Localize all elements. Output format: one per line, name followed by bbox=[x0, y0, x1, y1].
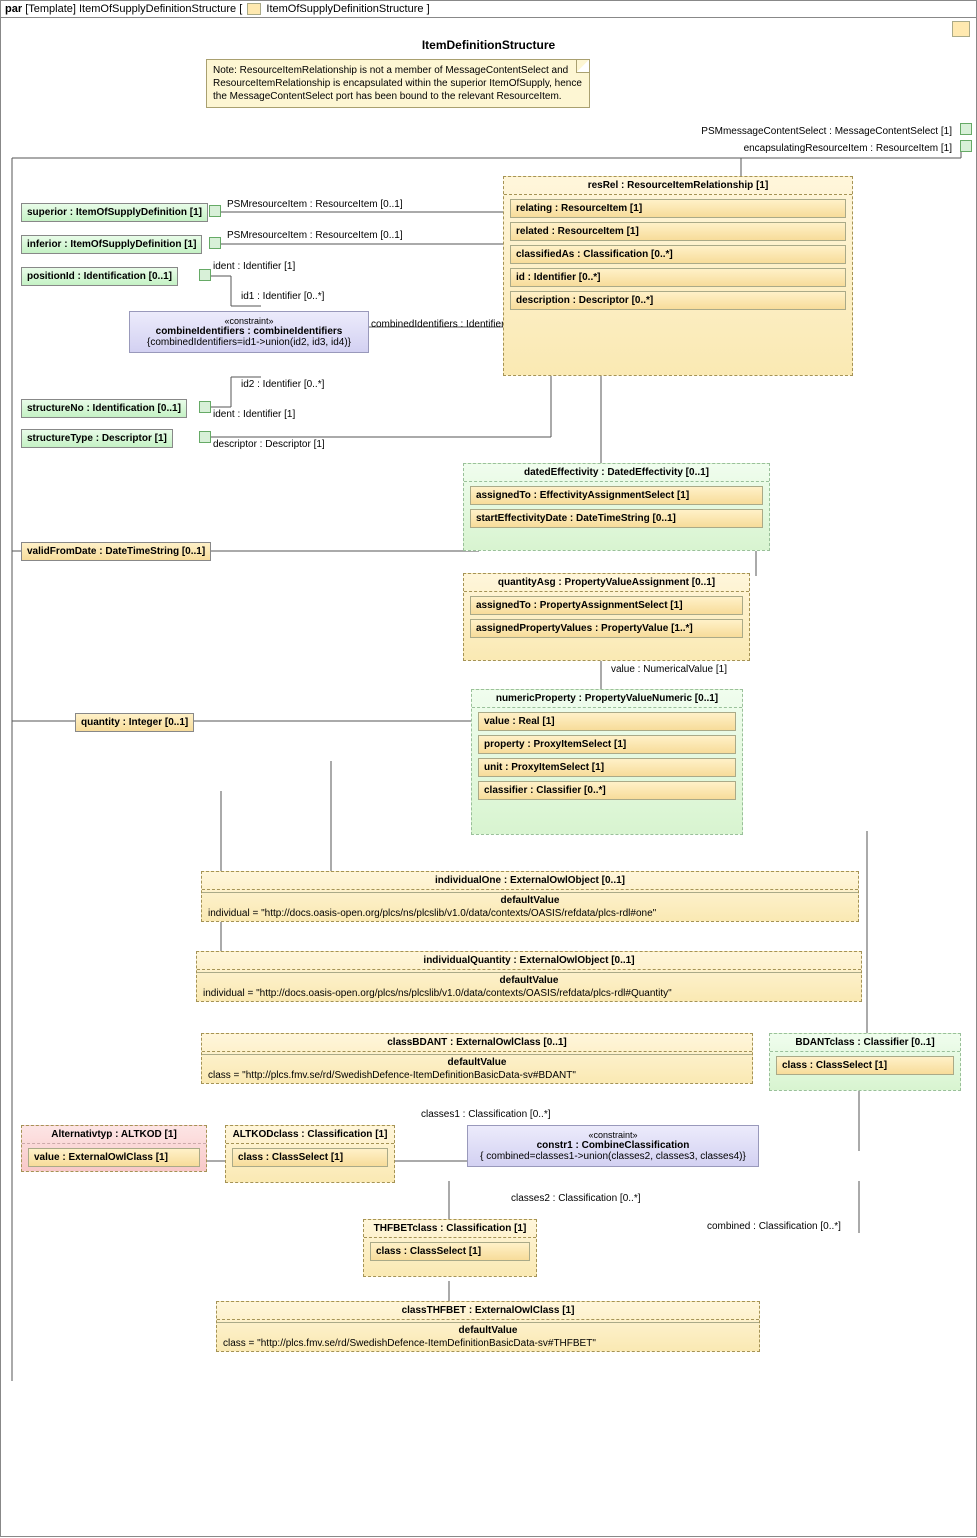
frame-kind: par bbox=[5, 3, 22, 15]
classbdant-title: classBDANT : ExternalOwlClass [0..1] bbox=[202, 1034, 752, 1052]
slot-bdantclass: class : ClassSelect [1] bbox=[776, 1056, 954, 1075]
block-validfrom: validFromDate : DateTimeString [0..1] bbox=[21, 542, 211, 561]
port-psm-select bbox=[960, 123, 972, 135]
port-encap bbox=[960, 140, 972, 152]
indone-dv: defaultValue bbox=[202, 892, 858, 906]
label-ident1: ident : Identifier [1] bbox=[213, 261, 295, 272]
block-inferior: inferior : ItemOfSupplyDefinition [1] bbox=[21, 235, 202, 254]
indqty-title: individualQuantity : ExternalOwlObject [… bbox=[197, 952, 861, 970]
port-superior bbox=[209, 205, 221, 217]
block-class-bdant: classBDANT : ExternalOwlClass [0..1] def… bbox=[201, 1033, 753, 1084]
block-positionid: positionId : Identification [0..1] bbox=[21, 267, 178, 286]
constraint-name: combineIdentifiers : combineIdentifiers bbox=[136, 326, 362, 337]
classthfbet-dv: defaultValue bbox=[217, 1322, 759, 1336]
slot-numprop-property: property : ProxyItemSelect [1] bbox=[478, 735, 736, 754]
port-positionid bbox=[199, 269, 211, 281]
classbdant-dv: defaultValue bbox=[202, 1054, 752, 1068]
numprop-title: numericProperty : PropertyValueNumeric [… bbox=[472, 690, 742, 708]
slot-numprop-value: value : Real [1] bbox=[478, 712, 736, 731]
constraint-stereotype: «constraint» bbox=[136, 316, 362, 326]
block-altkod-class: ALTKODclass : Classification [1] class :… bbox=[225, 1125, 395, 1183]
block-individual-one: individualOne : ExternalOwlObject [0..1]… bbox=[201, 871, 859, 922]
constraint-body: {combinedIdentifiers=id1->union(id2, id3… bbox=[136, 337, 362, 348]
slot-altkodclass: class : ClassSelect [1] bbox=[232, 1148, 388, 1167]
constr2-body: { combined=classes1->union(classes2, cla… bbox=[474, 1151, 752, 1162]
thfbetclass-title: THFBETclass : Classification [1] bbox=[364, 1220, 536, 1238]
label-id1: id1 : Identifier [0..*] bbox=[241, 291, 324, 302]
port-structuretype bbox=[199, 431, 211, 443]
label-classes1: classes1 : Classification [0..*] bbox=[421, 1109, 551, 1120]
classthfbet-txt: class = "http://plcs.fmv.se/rd/SwedishDe… bbox=[217, 1336, 759, 1351]
qasg-title: quantityAsg : PropertyValueAssignment [0… bbox=[464, 574, 749, 592]
block-resrel: resRel : ResourceItemRelationship [1] re… bbox=[503, 176, 853, 376]
frame-name: ItemOfSupplyDefinitionStructure bbox=[79, 3, 236, 15]
slot-alt-value: value : ExternalOwlClass [1] bbox=[28, 1148, 200, 1167]
diagram-frame: par [Template] ItemOfSupplyDefinitionStr… bbox=[0, 0, 977, 1537]
frame-stereotype: [Template] bbox=[25, 3, 76, 15]
altkodclass-title: ALTKODclass : Classification [1] bbox=[226, 1126, 394, 1144]
constr2-name: constr1 : CombineClassification bbox=[474, 1140, 752, 1151]
indone-txt: individual = "http://docs.oasis-open.org… bbox=[202, 906, 858, 921]
label-psmres1: PSMresourceItem : ResourceItem [0..1] bbox=[227, 199, 403, 210]
slot-thfbetclass: class : ClassSelect [1] bbox=[370, 1242, 530, 1261]
slot-qasg-vals: assignedPropertyValues : PropertyValue [… bbox=[470, 619, 743, 638]
slot-relating: relating : ResourceItem [1] bbox=[510, 199, 846, 218]
slot-dated-assigned: assignedTo : EffectivityAssignmentSelect… bbox=[470, 486, 763, 505]
label-id2: id2 : Identifier [0..*] bbox=[241, 379, 324, 390]
block-bdant-class: BDANTclass : Classifier [0..1] class : C… bbox=[769, 1033, 961, 1091]
block-quantity-asg: quantityAsg : PropertyValueAssignment [0… bbox=[463, 573, 750, 661]
label-desc: descriptor : Descriptor [1] bbox=[213, 439, 325, 450]
slot-numprop-unit: unit : ProxyItemSelect [1] bbox=[478, 758, 736, 777]
slot-dated-start: startEffectivityDate : DateTimeString [0… bbox=[470, 509, 763, 528]
block-numeric-property: numericProperty : PropertyValueNumeric [… bbox=[471, 689, 743, 835]
constraint-combine-identifiers: «constraint» combineIdentifiers : combin… bbox=[129, 311, 369, 353]
block-alternativtyp: Alternativtyp : ALTKOD [1] value : Exter… bbox=[21, 1125, 207, 1172]
corner-icon bbox=[952, 21, 970, 37]
block-class-thfbet: classTHFBET : ExternalOwlClass [1] defau… bbox=[216, 1301, 760, 1352]
indone-title: individualOne : ExternalOwlObject [0..1] bbox=[202, 872, 858, 890]
indqty-dv: defaultValue bbox=[197, 972, 861, 986]
slot-classifiedas: classifiedAs : Classification [0..*] bbox=[510, 245, 846, 264]
block-structureno: structureNo : Identification [0..1] bbox=[21, 399, 187, 418]
slot-qasg-assigned: assignedTo : PropertyAssignmentSelect [1… bbox=[470, 596, 743, 615]
slot-description: description : Descriptor [0..*] bbox=[510, 291, 846, 310]
label-valnv: value : NumericalValue [1] bbox=[611, 664, 727, 675]
port-label-psm-select: PSMmessageContentSelect : MessageContent… bbox=[701, 126, 952, 137]
diagram-note: Note: ResourceItemRelationship is not a … bbox=[206, 59, 590, 108]
block-superior: superior : ItemOfSupplyDefinition [1] bbox=[21, 203, 208, 222]
block-individual-quantity: individualQuantity : ExternalOwlObject [… bbox=[196, 951, 862, 1002]
label-ident2: ident : Identifier [1] bbox=[213, 409, 295, 420]
constraint-combine-classification: «constraint» constr1 : CombineClassifica… bbox=[467, 1125, 759, 1167]
template-icon bbox=[247, 3, 261, 15]
label-combined: combined : Classification [0..*] bbox=[707, 1221, 841, 1232]
bdantclass-title: BDANTclass : Classifier [0..1] bbox=[770, 1034, 960, 1052]
block-quantity: quantity : Integer [0..1] bbox=[75, 713, 194, 732]
port-inferior bbox=[209, 237, 221, 249]
indqty-txt: individual = "http://docs.oasis-open.org… bbox=[197, 986, 861, 1001]
resrel-title: resRel : ResourceItemRelationship [1] bbox=[504, 177, 852, 195]
alt-title: Alternativtyp : ALTKOD [1] bbox=[22, 1126, 206, 1144]
block-thfbet-class: THFBETclass : Classification [1] class :… bbox=[363, 1219, 537, 1277]
slot-id: id : Identifier [0..*] bbox=[510, 268, 846, 287]
block-structuretype: structureType : Descriptor [1] bbox=[21, 429, 173, 448]
block-dated-effectivity: datedEffectivity : DatedEffectivity [0..… bbox=[463, 463, 770, 551]
label-psmres2: PSMresourceItem : ResourceItem [0..1] bbox=[227, 230, 403, 241]
port-label-encap: encapsulatingResourceItem : ResourceItem… bbox=[744, 143, 952, 154]
slot-numprop-classifier: classifier : Classifier [0..*] bbox=[478, 781, 736, 800]
frame-header: par [Template] ItemOfSupplyDefinitionStr… bbox=[1, 1, 976, 18]
label-classes2: classes2 : Classification [0..*] bbox=[511, 1193, 641, 1204]
classbdant-txt: class = "http://plcs.fmv.se/rd/SwedishDe… bbox=[202, 1068, 752, 1083]
diagram-title: ItemDefinitionStructure bbox=[1, 38, 976, 52]
slot-related: related : ResourceItem [1] bbox=[510, 222, 846, 241]
classthfbet-title: classTHFBET : ExternalOwlClass [1] bbox=[217, 1302, 759, 1320]
dated-title: datedEffectivity : DatedEffectivity [0..… bbox=[464, 464, 769, 482]
port-structureno bbox=[199, 401, 211, 413]
constr2-stereotype: «constraint» bbox=[474, 1130, 752, 1140]
